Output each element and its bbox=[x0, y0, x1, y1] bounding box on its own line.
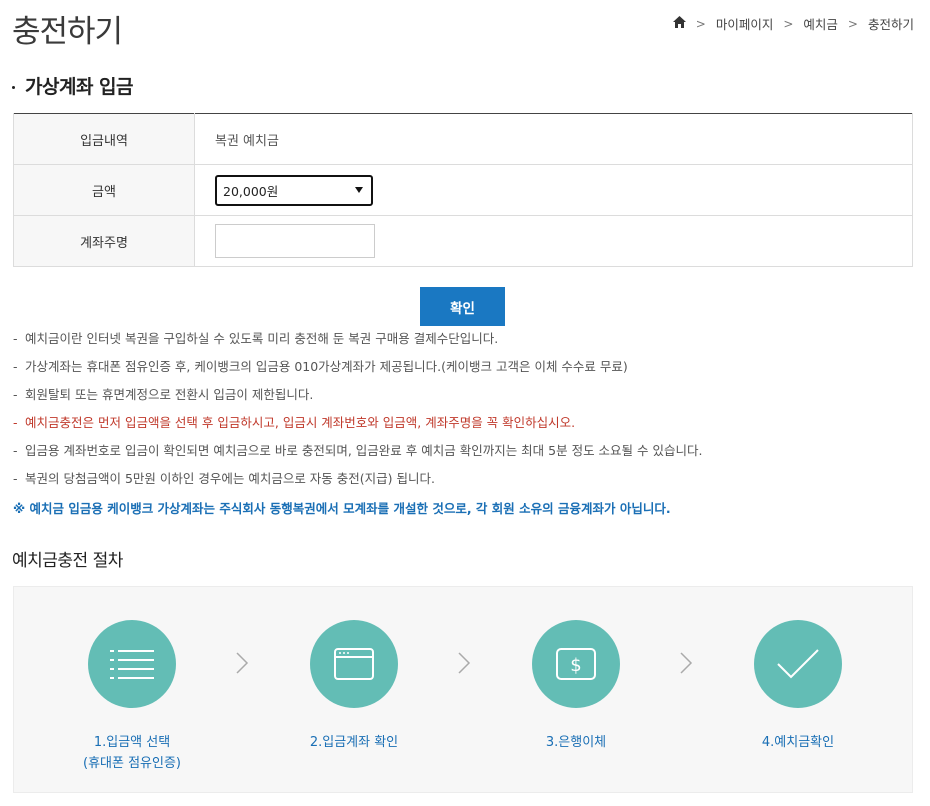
chevron-right-icon: > bbox=[847, 16, 858, 31]
chevron-right-icon: > bbox=[695, 16, 706, 31]
step-2: 2.입금계좌 확인 bbox=[264, 620, 444, 753]
note-text: 회원탈퇴 또는 휴면계정으로 전환시 입금이 제한됩니다. bbox=[25, 387, 314, 402]
breadcrumb-item-charge[interactable]: 충전하기 bbox=[868, 14, 914, 33]
checkmark-icon bbox=[777, 649, 819, 679]
form-row-deposit-type: 입금내역 복권 예치금 bbox=[13, 113, 913, 165]
amount-select-value: 20,000원 bbox=[223, 183, 279, 199]
step-3-circle: $ bbox=[532, 620, 620, 708]
chevron-right-icon bbox=[457, 651, 471, 679]
dash-icon: - bbox=[13, 443, 18, 458]
deposit-form-table: 입금내역 복권 예치금 금액 20,000원 계좌주명 bbox=[13, 113, 913, 267]
chevron-right-icon bbox=[235, 651, 249, 679]
step-1: 1.입금액 선택 (휴대폰 점유인증) bbox=[42, 620, 222, 774]
breadcrumb: > 마이페이지 > 예치금 > 충전하기 bbox=[672, 14, 914, 33]
process-steps-panel: 1.입금액 선택 (휴대폰 점유인증) 2.입금계좌 확인 $ 3.은행이체 4… bbox=[13, 586, 913, 793]
note-text: 가상계좌는 휴대폰 점유인증 후, 케이뱅크의 입금용 010가상계좌가 제공됩… bbox=[25, 359, 628, 374]
dash-icon: - bbox=[13, 471, 18, 486]
amount-select[interactable]: 20,000원 bbox=[215, 174, 373, 206]
breadcrumb-item-deposit[interactable]: 예치금 bbox=[803, 14, 838, 33]
list-icon bbox=[110, 650, 154, 679]
step-2-label: 2.입금계좌 확인 bbox=[309, 735, 399, 750]
chevron-right-icon bbox=[679, 651, 693, 679]
note-item: - 회원탈퇴 또는 휴면계정으로 전환시 입금이 제한됩니다. bbox=[13, 386, 702, 414]
deposit-type-label: 입금내역 bbox=[13, 113, 195, 165]
home-icon[interactable] bbox=[672, 16, 686, 31]
dash-icon: - bbox=[13, 415, 18, 430]
step-1-circle bbox=[88, 620, 176, 708]
amount-label: 금액 bbox=[13, 164, 195, 216]
dollar-bill-icon: $ bbox=[556, 648, 596, 680]
breadcrumb-item-mypage[interactable]: 마이페이지 bbox=[716, 14, 774, 33]
account-holder-label: 계좌주명 bbox=[13, 215, 195, 267]
note-item: - 예치금이란 인터넷 복권을 구입하실 수 있도록 미리 충전해 둔 복권 구매… bbox=[13, 330, 702, 358]
process-title: 예치금충전 절차 bbox=[12, 551, 123, 571]
caret-down-icon bbox=[355, 187, 363, 193]
step-4-circle bbox=[754, 620, 842, 708]
browser-window-icon bbox=[334, 648, 374, 680]
amount-cell: 20,000원 bbox=[194, 164, 913, 216]
note-text: 예치금충전은 먼저 입금액을 선택 후 입금하시고, 입금시 계좌번호와 입금액… bbox=[25, 415, 576, 430]
step-3-label: 3.은행이체 bbox=[545, 735, 607, 750]
section-title-text: 가상계좌 입금 bbox=[25, 76, 134, 98]
note-item: - 가상계좌는 휴대폰 점유인증 후, 케이뱅크의 입금용 010가상계좌가 제공… bbox=[13, 358, 702, 386]
account-holder-input[interactable] bbox=[215, 224, 375, 258]
note-item-warning: - 예치금충전은 먼저 입금액을 선택 후 입금하시고, 입금시 계좌번호와 입금… bbox=[13, 414, 702, 442]
page-title: 충전하기 bbox=[12, 14, 123, 50]
dash-icon: - bbox=[13, 331, 18, 346]
deposit-type-value: 복권 예치금 bbox=[194, 113, 913, 165]
notice-text: ※ 예치금 입금용 케이뱅크 가상계좌는 주식회사 동행복권에서 모계좌를 개설… bbox=[13, 501, 671, 516]
step-3: $ 3.은행이체 bbox=[486, 620, 666, 753]
step-1-label: 1.입금액 선택 (휴대폰 점유인증) bbox=[42, 732, 222, 774]
confirm-button[interactable]: 확인 bbox=[420, 287, 505, 326]
step-4-label: 4.예치금확인 bbox=[761, 735, 835, 750]
dash-icon: - bbox=[13, 387, 18, 402]
chevron-right-icon: > bbox=[783, 16, 794, 31]
note-item: - 복권의 당첨금액이 5만원 이하인 경우에는 예치금으로 자동 충전(지급) … bbox=[13, 470, 702, 498]
step-4: 4.예치금확인 bbox=[708, 620, 888, 753]
note-item: - 입금용 계좌번호로 입금이 확인되면 예치금으로 바로 충전되며, 입금완료 … bbox=[13, 442, 702, 470]
note-text: 복권의 당첨금액이 5만원 이하인 경우에는 예치금으로 자동 충전(지급) 됩… bbox=[25, 471, 435, 486]
step-1-label-text: 1.입금액 선택 bbox=[93, 735, 171, 750]
note-text: 예치금이란 인터넷 복권을 구입하실 수 있도록 미리 충전해 둔 복권 구매용… bbox=[25, 331, 499, 346]
svg-text:$: $ bbox=[570, 655, 581, 676]
form-row-account-holder: 계좌주명 bbox=[13, 215, 913, 267]
step-1-sub-text: (휴대폰 점유인증) bbox=[83, 756, 181, 771]
form-row-amount: 금액 20,000원 bbox=[13, 164, 913, 216]
section-title: 가상계좌 입금 bbox=[12, 72, 134, 99]
step-2-circle bbox=[310, 620, 398, 708]
bullet-icon bbox=[12, 86, 15, 89]
dash-icon: - bbox=[13, 359, 18, 374]
note-text: 입금용 계좌번호로 입금이 확인되면 예치금으로 바로 충전되며, 입금완료 후… bbox=[25, 443, 703, 458]
account-holder-cell bbox=[194, 215, 913, 267]
notes-list: - 예치금이란 인터넷 복권을 구입하실 수 있도록 미리 충전해 둔 복권 구매… bbox=[13, 330, 702, 498]
